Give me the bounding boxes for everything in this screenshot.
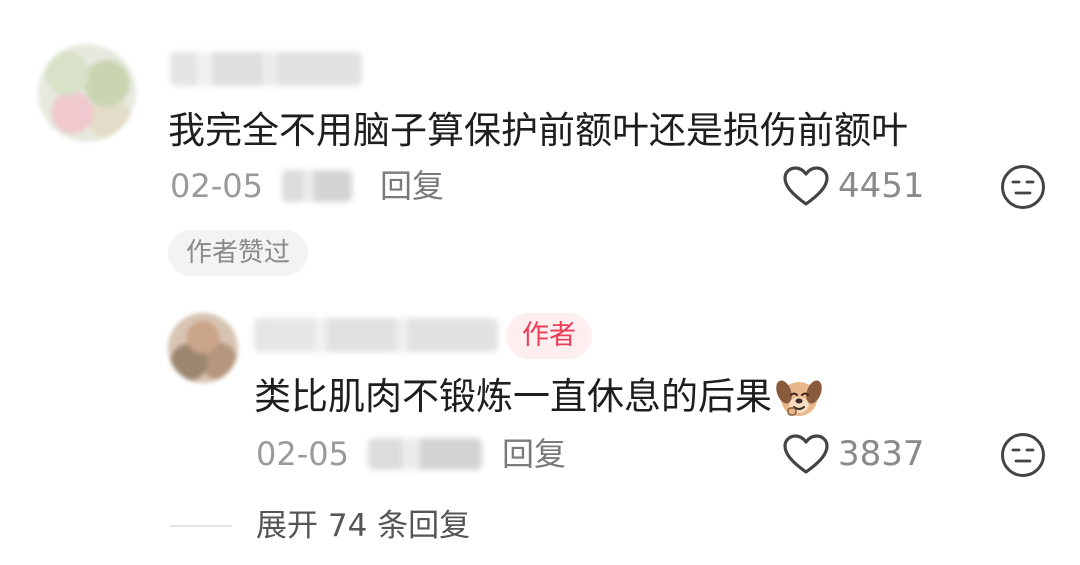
expand-replies-label: 展开 74 条回复 xyxy=(256,508,471,544)
reply-meta-row: 02-05 回复 3837 xyxy=(256,432,1056,478)
reply-button[interactable]: 回复 xyxy=(502,432,566,476)
comment-meta-row: 02-05 回复 4451 xyxy=(170,164,1050,210)
reply-avatar[interactable] xyxy=(168,313,238,383)
comment-section: 我完全不用脑子算保护前额叶还是损伤前额叶 02-05 回复 4451 作者赞过 … xyxy=(0,0,1080,565)
username-blurred[interactable] xyxy=(170,52,362,86)
dog-face-emoji xyxy=(776,380,822,416)
reply-text: 类比肌肉不锻炼一直休息的后果 xyxy=(254,375,772,418)
reply-location-blurred xyxy=(368,438,482,470)
reply-date: 02-05 xyxy=(256,435,349,473)
expand-replies-button[interactable]: 展开 74 条回复 xyxy=(170,506,470,546)
reply-button[interactable]: 回复 xyxy=(380,164,444,208)
like-count: 4451 xyxy=(838,166,925,206)
avatar[interactable] xyxy=(38,44,136,142)
comment-text: 我完全不用脑子算保护前额叶还是损伤前额叶 xyxy=(168,109,908,152)
like-count: 3837 xyxy=(838,434,925,474)
expressionless-face-icon[interactable] xyxy=(1000,164,1046,210)
heart-outline-icon xyxy=(783,434,829,474)
location-blurred xyxy=(282,170,352,202)
author-tag: 作者 xyxy=(506,313,592,359)
expressionless-face-icon[interactable] xyxy=(1000,432,1046,478)
author-liked-badge: 作者赞过 xyxy=(168,230,309,276)
like-button[interactable]: 3837 xyxy=(782,432,925,476)
reply-username-blurred[interactable] xyxy=(254,318,498,352)
heart-outline-icon xyxy=(783,166,829,206)
comment-date: 02-05 xyxy=(170,167,263,205)
like-button[interactable]: 4451 xyxy=(782,164,925,208)
reply-text-row: 类比肌肉不锻炼一直休息的后果 xyxy=(254,372,824,422)
divider-line xyxy=(170,525,232,527)
